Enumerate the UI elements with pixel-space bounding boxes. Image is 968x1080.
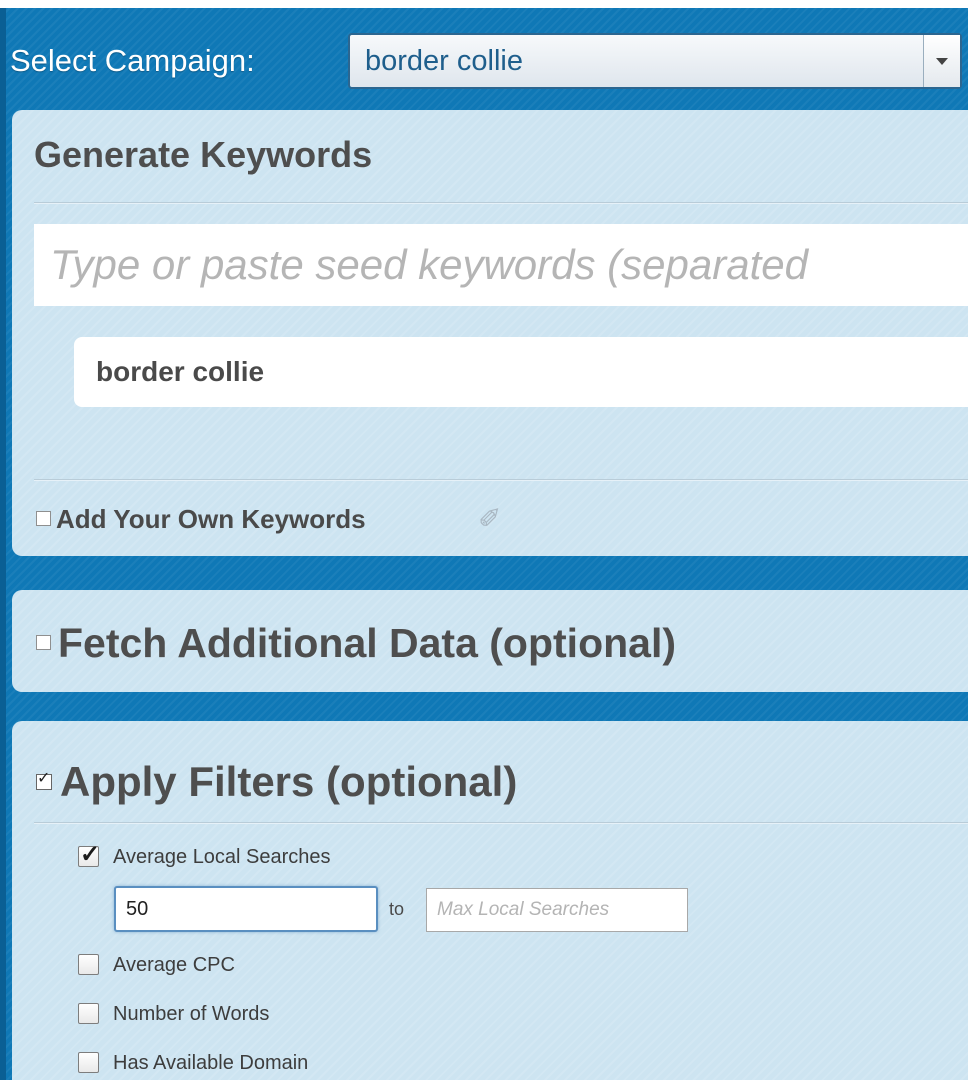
average-local-searches-checkbox[interactable]: ✓ <box>78 841 100 868</box>
check-icon: ✓ <box>80 841 101 868</box>
number-of-words-label[interactable]: Number of Words <box>113 1002 269 1026</box>
divider <box>34 822 968 824</box>
min-local-searches-input[interactable]: 50 <box>114 886 378 932</box>
fetch-data-panel: Fetch Additional Data (optional) <box>12 590 968 692</box>
generate-keywords-panel: Generate Keywords Type or paste seed key… <box>12 110 968 556</box>
left-edge-border <box>0 8 6 1080</box>
fetch-data-checkbox[interactable] <box>36 635 51 650</box>
seed-keywords-input[interactable]: Type or paste seed keywords (separated <box>34 224 968 306</box>
max-local-searches-input[interactable]: Max Local Searches <box>426 888 688 932</box>
keyword-tool-background: Select Campaign: border collie Generate … <box>0 8 968 1080</box>
apply-filters-checkbox[interactable]: ✓ <box>36 770 52 790</box>
divider <box>34 479 968 481</box>
divider <box>34 202 968 204</box>
apply-filters-title[interactable]: Apply Filters (optional) <box>60 756 517 808</box>
average-cpc-checkbox[interactable] <box>78 954 99 975</box>
average-cpc-label[interactable]: Average CPC <box>113 953 235 977</box>
apply-filters-panel: ✓ Apply Filters (optional) ✓ Average Loc… <box>12 721 968 1080</box>
fetch-data-title[interactable]: Fetch Additional Data (optional) <box>58 618 676 668</box>
add-own-keywords-checkbox[interactable] <box>36 511 51 526</box>
generate-keywords-title: Generate Keywords <box>34 134 373 175</box>
campaign-selected-value: border collie <box>365 45 523 77</box>
number-of-words-checkbox[interactable] <box>78 1003 99 1024</box>
average-local-searches-label[interactable]: Average Local Searches <box>113 845 331 869</box>
chevron-down-icon <box>936 58 948 65</box>
dropdown-toggle[interactable] <box>923 35 960 87</box>
check-icon: ✓ <box>37 770 51 787</box>
link-icon[interactable]: ✐ <box>478 502 501 536</box>
campaign-dropdown[interactable]: border collie <box>348 33 962 89</box>
select-campaign-label: Select Campaign: <box>10 43 255 78</box>
has-available-domain-label[interactable]: Has Available Domain <box>113 1051 308 1075</box>
has-available-domain-checkbox[interactable] <box>78 1052 99 1073</box>
range-to-label: to <box>389 899 405 919</box>
add-own-keywords-label[interactable]: Add Your Own Keywords <box>56 502 366 536</box>
keyword-tag[interactable]: border collie <box>74 337 968 407</box>
